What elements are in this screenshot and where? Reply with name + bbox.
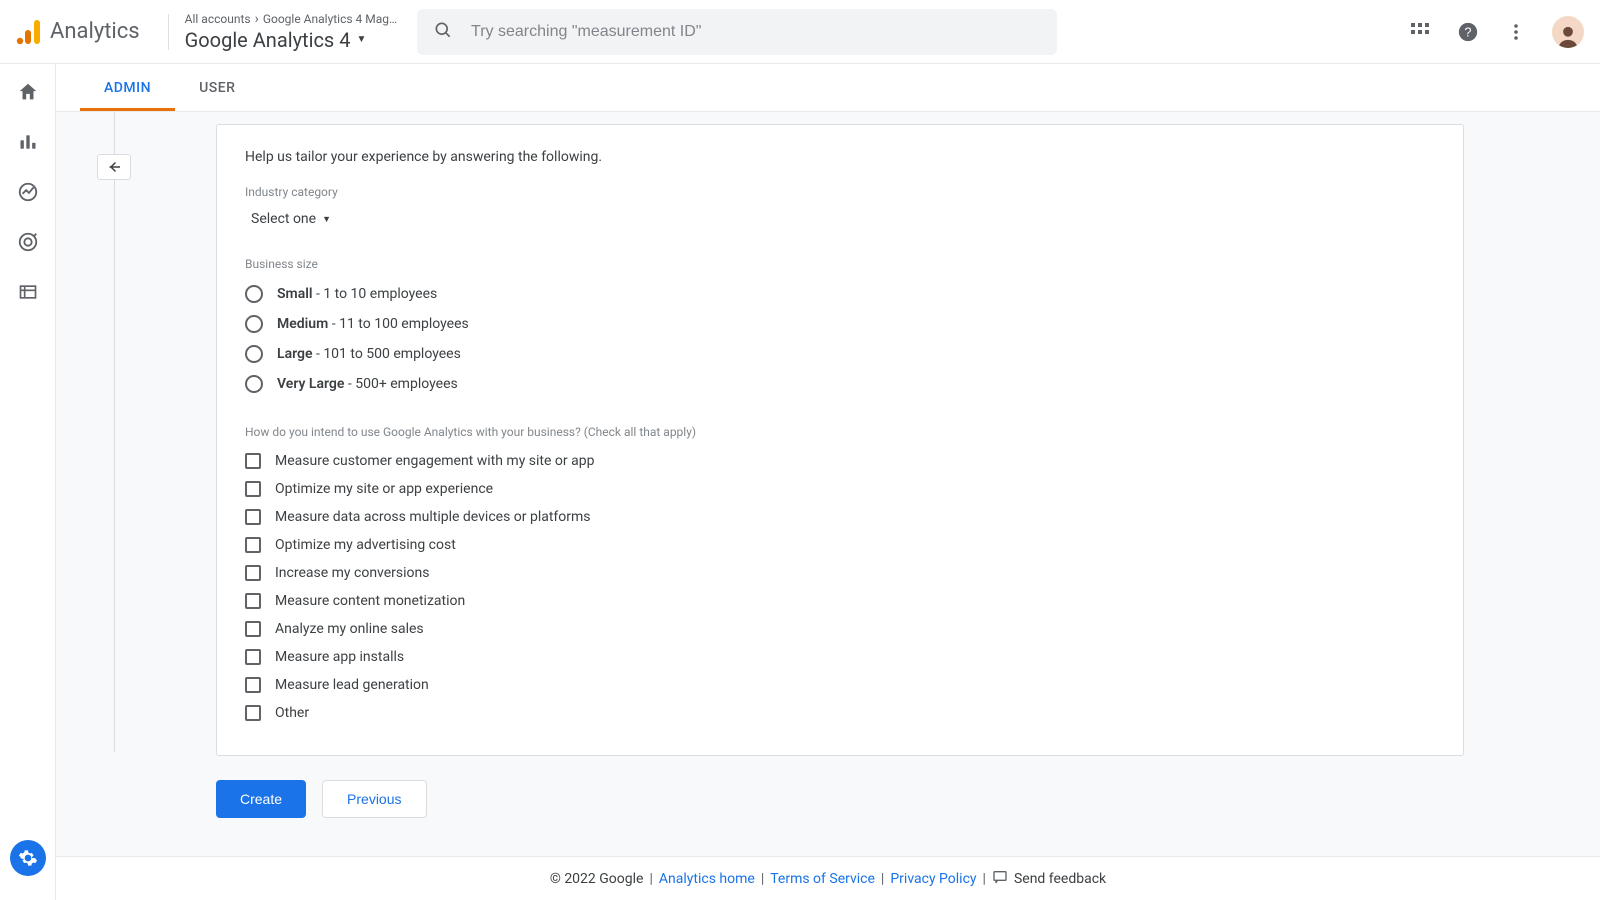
breadcrumb: All accounts › Google Analytics 4 Mag… bbox=[185, 11, 397, 28]
caret-down-icon: ▼ bbox=[356, 34, 366, 46]
business-size-option[interactable]: Very Large - 500+ employees bbox=[245, 369, 1435, 399]
nav-rail bbox=[0, 64, 56, 900]
card-intro: Help us tailor your experience by answer… bbox=[245, 149, 1435, 165]
business-size-option[interactable]: Small - 1 to 10 employees bbox=[245, 279, 1435, 309]
intent-option[interactable]: Measure customer engagement with my site… bbox=[245, 447, 1435, 475]
intent-text: Optimize my advertising cost bbox=[275, 537, 456, 553]
divider bbox=[168, 14, 169, 50]
page-footer: © 2022 Google | Analytics home | Terms o… bbox=[56, 856, 1600, 900]
search-field[interactable] bbox=[417, 9, 1057, 55]
intent-text: Other bbox=[275, 705, 309, 721]
checkbox-icon bbox=[245, 453, 261, 469]
admin-gear-button[interactable] bbox=[10, 840, 46, 876]
business-size-text: Medium - 11 to 100 employees bbox=[277, 316, 469, 332]
feedback-icon bbox=[992, 869, 1008, 889]
product-name: Analytics bbox=[50, 19, 140, 44]
checkbox-icon bbox=[245, 481, 261, 497]
more-vert-icon[interactable] bbox=[1504, 20, 1528, 44]
search-icon bbox=[433, 20, 453, 44]
intent-text: Measure app installs bbox=[275, 649, 404, 665]
checkbox-icon bbox=[245, 593, 261, 609]
footer-link-terms[interactable]: Terms of Service bbox=[770, 871, 875, 887]
breadcrumb-accounts: All accounts bbox=[185, 12, 251, 26]
intent-option[interactable]: Measure app installs bbox=[245, 643, 1435, 671]
intent-text: Optimize my site or app experience bbox=[275, 481, 493, 497]
header-actions: ? bbox=[1408, 16, 1584, 48]
business-size-text: Large - 101 to 500 employees bbox=[277, 346, 461, 362]
intent-label: How do you intend to use Google Analytic… bbox=[245, 425, 1435, 439]
home-icon[interactable] bbox=[16, 80, 40, 104]
back-button[interactable] bbox=[97, 154, 131, 180]
chevron-right-icon: › bbox=[255, 11, 259, 28]
account-picker[interactable]: All accounts › Google Analytics 4 Mag… G… bbox=[185, 11, 397, 52]
send-feedback-label: Send feedback bbox=[1014, 871, 1106, 887]
previous-button[interactable]: Previous bbox=[322, 780, 426, 818]
intent-option[interactable]: Measure content monetization bbox=[245, 587, 1435, 615]
radio-icon bbox=[245, 345, 263, 363]
avatar[interactable] bbox=[1552, 16, 1584, 48]
stepper-line bbox=[114, 112, 115, 752]
configure-icon[interactable] bbox=[16, 280, 40, 304]
footer-link-privacy[interactable]: Privacy Policy bbox=[890, 871, 976, 887]
svg-text:?: ? bbox=[1464, 24, 1471, 39]
breadcrumb-main: Google Analytics 4 bbox=[185, 28, 351, 52]
checkbox-icon bbox=[245, 509, 261, 525]
checkbox-icon bbox=[245, 537, 261, 553]
industry-label: Industry category bbox=[245, 185, 1435, 199]
intent-option[interactable]: Increase my conversions bbox=[245, 559, 1435, 587]
intent-text: Measure lead generation bbox=[275, 677, 429, 693]
checkbox-icon bbox=[245, 649, 261, 665]
intent-option[interactable]: Other bbox=[245, 699, 1435, 727]
reports-icon[interactable] bbox=[16, 130, 40, 154]
page: ADMIN USER Help us tailor your experienc… bbox=[56, 64, 1600, 900]
checkbox-icon bbox=[245, 565, 261, 581]
checkbox-icon bbox=[245, 677, 261, 693]
footer-link-home[interactable]: Analytics home bbox=[659, 871, 755, 887]
apps-icon[interactable] bbox=[1408, 20, 1432, 44]
radio-icon bbox=[245, 285, 263, 303]
business-size-text: Small - 1 to 10 employees bbox=[277, 286, 437, 302]
business-info-card: Help us tailor your experience by answer… bbox=[216, 124, 1464, 756]
intent-option[interactable]: Optimize my site or app experience bbox=[245, 475, 1435, 503]
form-actions: Create Previous bbox=[216, 780, 1600, 818]
intent-option[interactable]: Measure lead generation bbox=[245, 671, 1435, 699]
intent-option[interactable]: Measure data across multiple devices or … bbox=[245, 503, 1435, 531]
industry-select[interactable]: Select one ▼ bbox=[245, 207, 337, 231]
create-button[interactable]: Create bbox=[216, 780, 306, 818]
radio-icon bbox=[245, 375, 263, 393]
business-size-option[interactable]: Large - 101 to 500 employees bbox=[245, 339, 1435, 369]
app-header: Analytics All accounts › Google Analytic… bbox=[0, 0, 1600, 64]
intent-option[interactable]: Optimize my advertising cost bbox=[245, 531, 1435, 559]
breadcrumb-property: Google Analytics 4 Mag… bbox=[263, 12, 397, 26]
intent-text: Measure customer engagement with my site… bbox=[275, 453, 594, 469]
business-size-option[interactable]: Medium - 11 to 100 employees bbox=[245, 309, 1435, 339]
footer-copyright: © 2022 Google bbox=[550, 871, 644, 887]
advertising-icon[interactable] bbox=[16, 230, 40, 254]
tab-admin[interactable]: ADMIN bbox=[80, 64, 175, 111]
radio-icon bbox=[245, 315, 263, 333]
intent-text: Measure data across multiple devices or … bbox=[275, 509, 591, 525]
explore-icon[interactable] bbox=[16, 180, 40, 204]
intent-text: Measure content monetization bbox=[275, 593, 465, 609]
business-size-label: Business size bbox=[245, 257, 1435, 271]
search-input[interactable] bbox=[471, 23, 1041, 41]
product-logo[interactable]: Analytics bbox=[16, 18, 140, 46]
intent-text: Increase my conversions bbox=[275, 565, 430, 581]
caret-down-icon: ▼ bbox=[322, 214, 331, 225]
send-feedback-button[interactable]: Send feedback bbox=[992, 869, 1106, 889]
intent-option[interactable]: Analyze my online sales bbox=[245, 615, 1435, 643]
industry-select-value: Select one bbox=[251, 211, 316, 227]
intent-text: Analyze my online sales bbox=[275, 621, 424, 637]
analytics-logo-icon bbox=[16, 18, 42, 46]
tab-user[interactable]: USER bbox=[175, 64, 259, 111]
admin-user-tabs: ADMIN USER bbox=[56, 64, 1600, 112]
business-size-text: Very Large - 500+ employees bbox=[277, 376, 458, 392]
help-icon[interactable]: ? bbox=[1456, 20, 1480, 44]
checkbox-icon bbox=[245, 621, 261, 637]
checkbox-icon bbox=[245, 705, 261, 721]
